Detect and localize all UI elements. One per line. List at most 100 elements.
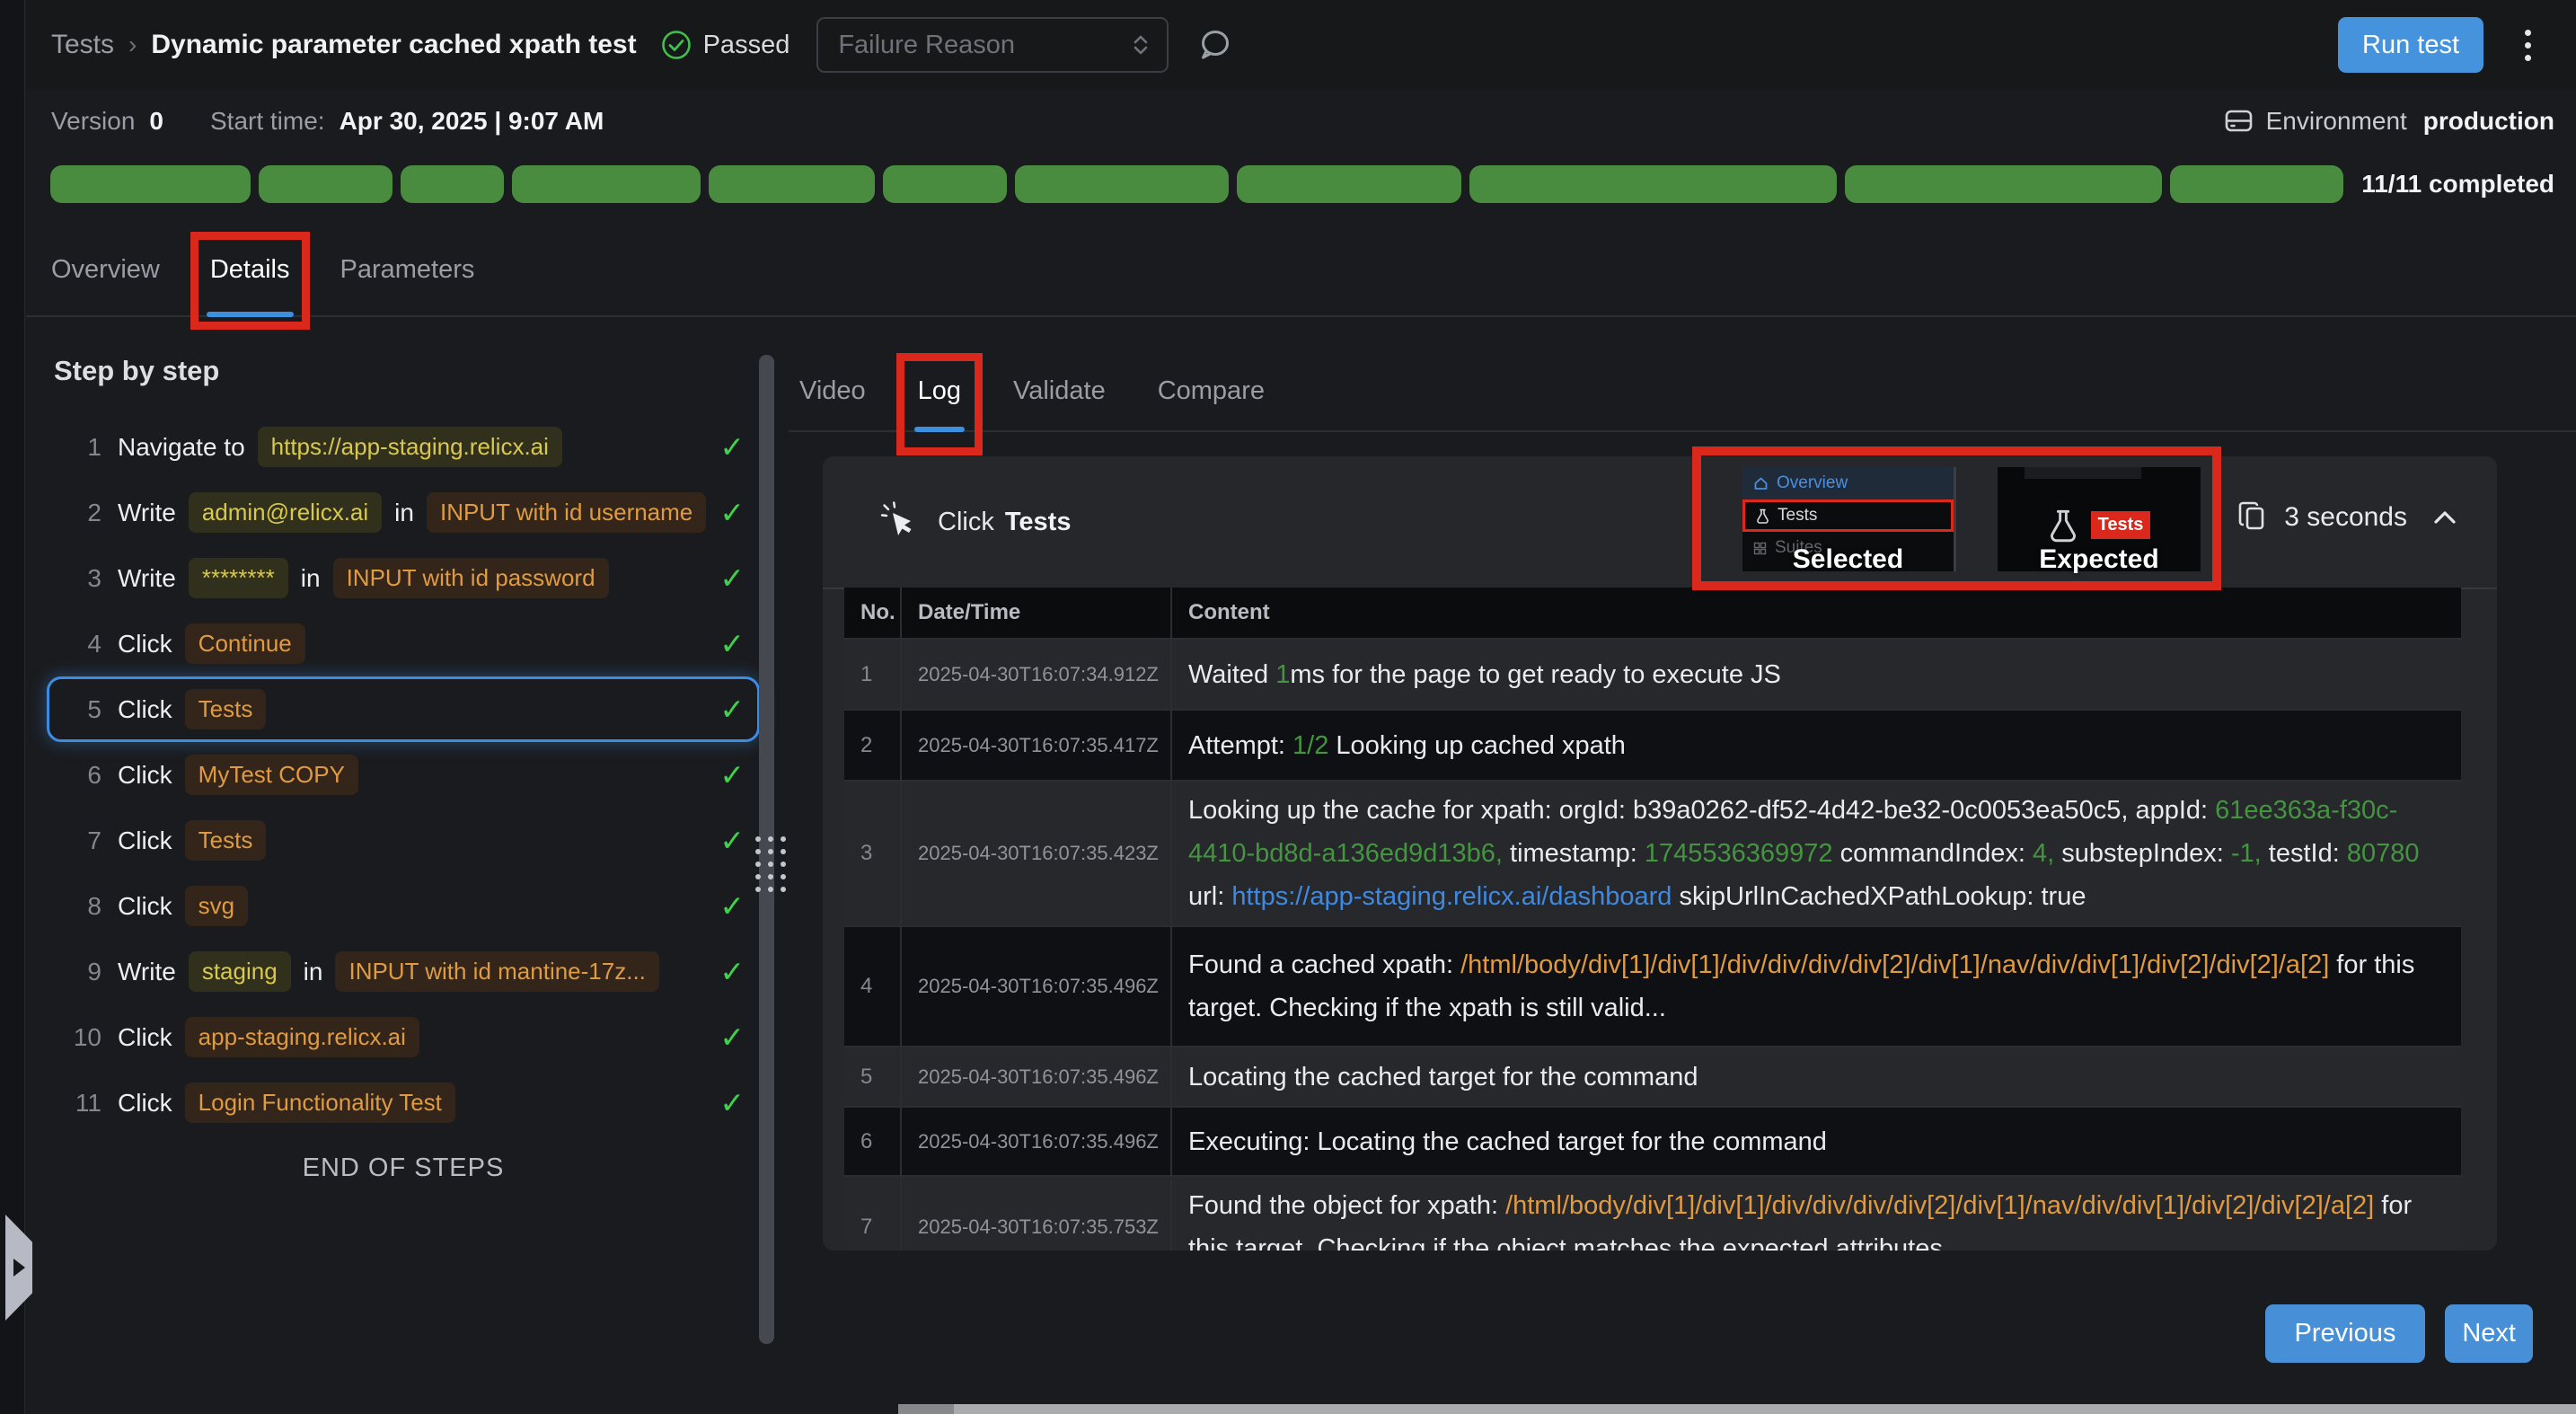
- step-passed-check-icon: ✓: [719, 1022, 745, 1052]
- tab-compare[interactable]: Compare: [1158, 355, 1265, 430]
- step-passed-check-icon: ✓: [719, 498, 745, 527]
- log-row-7: 72025-04-30T16:07:35.753ZFound the objec…: [844, 1177, 2461, 1251]
- step-target-chip: app-staging.relicx.ai: [185, 1017, 419, 1057]
- log-row-number: 4: [844, 927, 902, 1046]
- log-text-segment: skipUrlInCachedXPathLookup: true: [1672, 882, 2086, 911]
- step-number: 6: [64, 761, 101, 790]
- step-row-4[interactable]: 4 Click Continue ✓: [47, 611, 760, 676]
- expected-screenshot-thumbnail[interactable]: Tests Expected: [1998, 467, 2201, 571]
- step-row-9[interactable]: 9WritestaginginINPUT with id mantine-17z…: [47, 939, 760, 1004]
- step-action: Click: [118, 1089, 172, 1118]
- start-time-value: Apr 30, 2025 | 9:07 AM: [340, 107, 604, 136]
- log-row-1: 12025-04-30T16:07:34.912ZWaited 1ms for …: [844, 640, 2461, 711]
- failure-reason-placeholder: Failure Reason: [838, 31, 1015, 60]
- left-rail: [0, 0, 25, 1414]
- log-row-3: 32025-04-30T16:07:35.423ZLooking up the …: [844, 782, 2461, 927]
- log-url-link[interactable]: https://app-staging.relicx.ai/dashboard: [1231, 882, 1672, 911]
- log-text-segment: /html/body/div[1]/div[1]/div/div/div/div…: [1505, 1191, 2374, 1220]
- click-cursor-icon: [880, 501, 918, 543]
- step-target-chip: Tests: [185, 689, 267, 729]
- next-button[interactable]: Next: [2445, 1304, 2533, 1363]
- failure-reason-select[interactable]: Failure Reason: [816, 17, 1169, 73]
- step-row-11[interactable]: 11 Click Login Functionality Test ✓: [47, 1070, 760, 1136]
- collapse-button[interactable]: [2432, 508, 2457, 526]
- progress-row: 11/11 completed: [50, 165, 2554, 203]
- progress-segment: [1469, 165, 1837, 203]
- tab-video[interactable]: Video: [799, 355, 866, 430]
- step-target-chip: Tests: [185, 820, 267, 861]
- more-options-button[interactable]: [2519, 24, 2536, 66]
- log-text-segment: testId:: [2262, 839, 2347, 868]
- step-duration: 3 seconds: [2284, 502, 2407, 533]
- step-action: Write: [118, 958, 176, 986]
- start-time-label: Start time:: [210, 107, 325, 136]
- step-passed-check-icon: ✓: [719, 432, 745, 462]
- log-row-content: Found the object for xpath: /html/body/d…: [1172, 1177, 2461, 1251]
- step-connector: in: [304, 958, 323, 986]
- step-row-1[interactable]: 1Navigate tohttps://app-staging.relicx.a…: [47, 414, 760, 480]
- comment-button[interactable]: [1195, 26, 1233, 64]
- log-row-6: 62025-04-30T16:07:35.496ZExecuting: Loca…: [844, 1108, 2461, 1177]
- step-row-8[interactable]: 8Clicksvg✓: [47, 873, 760, 939]
- step-passed-check-icon: ✓: [719, 629, 745, 658]
- step-number: 9: [64, 958, 101, 986]
- step-action: Click: [118, 892, 172, 921]
- steps-list: 1Navigate tohttps://app-staging.relicx.a…: [47, 414, 760, 1183]
- chevron-up-icon: [2432, 508, 2457, 526]
- step-passed-check-icon: ✓: [719, 760, 745, 790]
- run-test-button[interactable]: Run test: [2338, 17, 2483, 73]
- step-row-10[interactable]: 10Clickapp-staging.relicx.ai✓: [47, 1004, 760, 1070]
- step-action: Write: [118, 564, 176, 593]
- log-text-segment: ms for the page to get ready to execute …: [1290, 660, 1780, 689]
- step-number: 5: [64, 695, 101, 724]
- selected-screenshot-thumbnail[interactable]: Overview Tests Suites: [1742, 467, 1956, 571]
- tab-parameters[interactable]: Parameters: [340, 225, 475, 315]
- progress-segment: [2170, 165, 2343, 203]
- log-row-2: 22025-04-30T16:07:35.417ZAttempt: 1/2 Lo…: [844, 711, 2461, 782]
- copy-icon[interactable]: [2237, 499, 2270, 535]
- progress-segment: [709, 165, 876, 203]
- log-step-action: Click: [938, 508, 994, 537]
- step-row-7[interactable]: 7ClickTests✓: [47, 808, 760, 873]
- log-text-segment: /html/body/div[1]/div[1]/div/div/div/div…: [1460, 950, 2329, 979]
- step-target-chip: MyTest COPY: [185, 755, 358, 795]
- step-action: Click: [118, 1023, 172, 1052]
- horizontal-scrollbar[interactable]: [898, 1404, 2576, 1414]
- step-action: Click: [118, 630, 172, 658]
- log-row-number: 1: [844, 640, 902, 709]
- tab-details[interactable]: Details: [210, 225, 290, 315]
- step-target-chip: INPUT with id username: [427, 492, 706, 533]
- mini-nav-tests: Tests: [1742, 499, 1954, 532]
- step-row-5[interactable]: 5ClickTests✓: [47, 676, 760, 742]
- tab-validate[interactable]: Validate: [1013, 355, 1106, 430]
- step-row-6[interactable]: 6ClickMyTest COPY✓: [47, 742, 760, 808]
- step-target-chip: INPUT with id password: [333, 558, 609, 598]
- page-title: Dynamic parameter cached xpath test: [151, 30, 636, 60]
- step-row-3[interactable]: 3Write********inINPUT with id password✓: [47, 545, 760, 611]
- previous-button[interactable]: Previous: [2265, 1304, 2426, 1363]
- step-passed-check-icon: ✓: [719, 1088, 745, 1118]
- step-passed-check-icon: ✓: [719, 891, 745, 921]
- expected-thumbnail-label: Expected: [1998, 544, 2201, 575]
- step-target-chip: Login Functionality Test: [185, 1083, 455, 1123]
- step-number: 11: [64, 1089, 101, 1118]
- step-number: 8: [64, 892, 101, 921]
- horizontal-scrollbar-cap: [898, 1404, 954, 1414]
- meta-row: Version 0 Start time: Apr 30, 2025 | 9:0…: [26, 90, 2576, 153]
- check-circle-icon: [660, 29, 693, 61]
- step-target-chip: Continue: [185, 623, 305, 664]
- tab-overview[interactable]: Overview: [51, 225, 160, 315]
- steps-panel: Step by step 1Navigate tohttps://app-sta…: [27, 317, 759, 1378]
- step-row-2[interactable]: 2Writeadmin@relicx.aiinINPUT with id use…: [47, 480, 760, 545]
- panel-resize-handle[interactable]: [755, 836, 786, 892]
- tab-log[interactable]: Log: [918, 355, 961, 430]
- log-text-segment: 1745536369972: [1645, 839, 1833, 868]
- selected-thumbnail-label: Selected: [1742, 544, 1954, 575]
- progress-segment: [259, 165, 393, 203]
- step-number: 3: [64, 564, 101, 593]
- breadcrumb[interactable]: Tests: [51, 30, 114, 60]
- flask-icon: [2048, 508, 2078, 543]
- progress-label: 11/11 completed: [2361, 170, 2554, 199]
- step-number: 4: [64, 630, 101, 658]
- log-text-segment: timestamp:: [1503, 839, 1645, 868]
